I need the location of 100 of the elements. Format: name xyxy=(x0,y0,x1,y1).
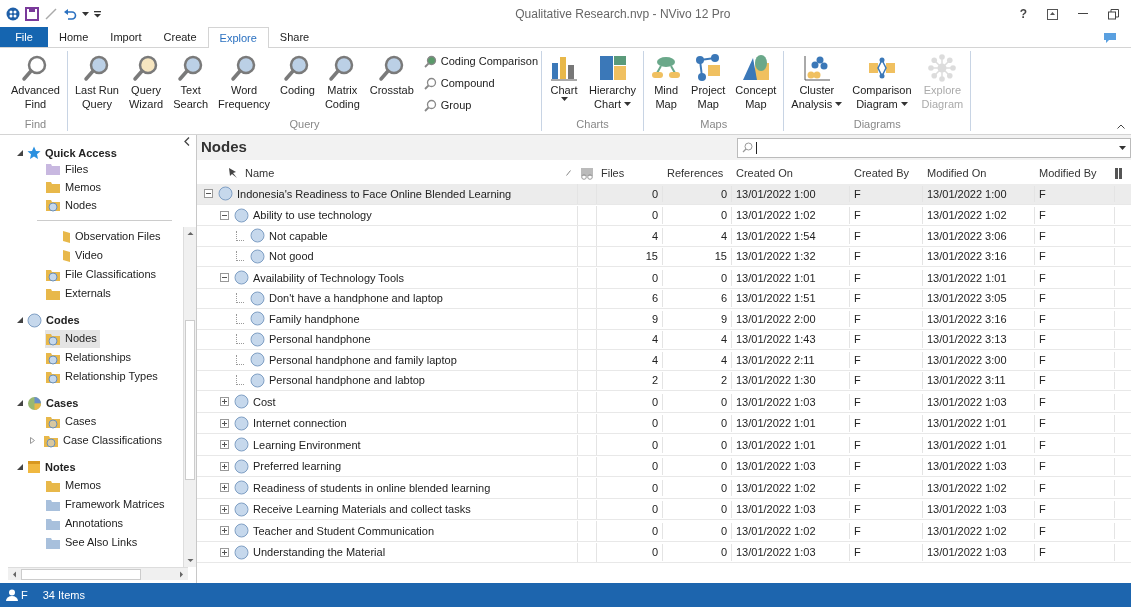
column-header[interactable]: Files xyxy=(597,164,663,182)
table-row[interactable]: Learning Environment 0 0 13/01/2022 1:01 F 13/01/2022 1:01 F xyxy=(197,435,1131,456)
ribbon-button[interactable]: Cluster Analysis xyxy=(787,51,847,111)
table-row[interactable]: Family handphone 9 9 13/01/2022 2:00 F 13/01/2022 3:16 F xyxy=(197,309,1131,330)
ribbon-button[interactable]: Comparison Diagram xyxy=(848,51,916,111)
help-button[interactable]: ? xyxy=(1019,5,1027,23)
ribbon-display-icon[interactable] xyxy=(1047,8,1058,20)
ribbon-button[interactable]: Query Wizard xyxy=(124,51,168,111)
ribbon-small-button[interactable]: Group xyxy=(423,95,538,115)
tree-line xyxy=(236,334,244,345)
sidebar-item[interactable]: See Also Links xyxy=(45,533,141,552)
expand-icon[interactable] xyxy=(219,547,229,557)
column-header[interactable]: Modified On xyxy=(923,164,1035,182)
sidebar-item[interactable]: Memos xyxy=(45,178,105,196)
table-row[interactable]: Preferred learning 0 0 13/01/2022 1:03 F 13/01/2022 1:03 F xyxy=(197,456,1131,477)
search-field[interactable] xyxy=(737,137,1131,158)
ribbon-button[interactable]: Word Frequency xyxy=(214,51,275,111)
customize-icon[interactable] xyxy=(94,10,101,18)
ribbon-button[interactable]: Matrix Coding xyxy=(320,51,364,111)
table-row[interactable]: Indonesia's Readiness to Face Online Blended Learning 0 0 13/01/2022 1:00 F 13/01/2022 1:00 F xyxy=(197,184,1131,205)
table-row[interactable]: Availability of Technology Tools 0 0 13/01/2022 1:01 F 13/01/2022 1:01 F xyxy=(197,268,1131,289)
sidebar-item[interactable]: Video xyxy=(62,246,106,265)
expand-icon[interactable] xyxy=(219,483,229,493)
sidebar-item[interactable]: Annotations xyxy=(45,514,127,533)
date-cell: 13/01/2022 1:01 xyxy=(732,269,850,286)
expand-icon[interactable] xyxy=(219,440,229,450)
horizontal-scrollbar[interactable] xyxy=(8,567,188,580)
expand-icon[interactable] xyxy=(219,418,229,428)
references-cell: 4 xyxy=(663,331,732,348)
table-row[interactable]: Personal handphone and labtop 2 2 13/01/2022 1:30 F 13/01/2022 3:11 F xyxy=(197,370,1131,391)
ribbon-button[interactable]: Project Map xyxy=(687,51,730,111)
ribbon-tab[interactable]: Share xyxy=(268,27,321,47)
table-row[interactable]: Don't have a handphone and laptop 6 6 13/01/2022 1:51 F 13/01/2022 3:05 F xyxy=(197,288,1131,309)
sidebar-item[interactable]: Externals xyxy=(45,284,114,303)
table-row[interactable]: Ability to use technology 0 0 13/01/2022 1:02 F 13/01/2022 1:02 F xyxy=(197,205,1131,226)
collapse-icon[interactable] xyxy=(219,273,229,283)
sidebar-item[interactable]: Framework Matrices xyxy=(45,495,168,514)
expand-icon[interactable] xyxy=(219,461,229,471)
column-header[interactable]: Created By xyxy=(850,164,923,182)
ribbon-small-button[interactable]: Coding Comparison xyxy=(423,51,538,71)
sidebar-item[interactable]: Cases xyxy=(45,412,100,431)
ribbon-small-button[interactable]: Compound xyxy=(423,73,538,93)
save-icon[interactable] xyxy=(25,7,39,21)
expand-icon[interactable] xyxy=(219,504,229,514)
column-header[interactable]: Modified By xyxy=(1035,164,1115,182)
collapse-ribbon-icon[interactable] xyxy=(1117,124,1125,129)
ribbon-button[interactable]: Advanced Find xyxy=(7,51,64,111)
table-row[interactable]: Cost 0 0 13/01/2022 1:03 F 13/01/2022 1:03 F xyxy=(197,392,1131,413)
undo-icon[interactable] xyxy=(63,7,77,21)
column-header[interactable]: References xyxy=(663,164,732,182)
sidebar-item[interactable]: Relationship Types xyxy=(45,367,161,386)
table-row[interactable]: Personal handphone 4 4 13/01/2022 1:43 F 13/01/2022 3:13 F xyxy=(197,329,1131,350)
comment-icon[interactable] xyxy=(1103,32,1117,44)
expand-icon[interactable] xyxy=(219,526,229,536)
ribbon-button[interactable]: Concept Map xyxy=(731,51,781,111)
ribbon-tab[interactable]: Import xyxy=(99,27,153,47)
table-row[interactable]: Teacher and Student Communication 0 0 13/01/2022 1:02 F 13/01/2022 1:02 F xyxy=(197,521,1131,542)
sidebar-item[interactable]: Relationships xyxy=(45,348,135,367)
table-row[interactable]: Not good 15 15 13/01/2022 1:32 F 13/01/2022 3:16 F xyxy=(197,246,1131,267)
ribbon-tab[interactable]: Create xyxy=(152,27,208,47)
ribbon-button[interactable]: Hierarchy Chart xyxy=(585,51,641,111)
table-row[interactable]: Readiness of students in online blended learning 0 0 13/01/2022 1:02 F 13/01/2022 1:02 F xyxy=(197,478,1131,499)
sidebar-item[interactable]: File Classifications xyxy=(45,265,160,284)
sidebar-item[interactable]: Nodes xyxy=(45,329,100,348)
restore-icon[interactable] xyxy=(1108,8,1119,20)
table-row[interactable]: Internet connection 0 0 13/01/2022 1:01 F 13/01/2022 1:01 F xyxy=(197,413,1131,434)
sidebar-item[interactable]: Nodes xyxy=(45,196,100,214)
minimize-icon[interactable] xyxy=(1078,13,1088,15)
collapse-icon[interactable] xyxy=(203,189,213,199)
file-tab[interactable]: File xyxy=(0,27,48,47)
collapsed-arrow-icon[interactable] xyxy=(30,437,35,444)
ribbon-button[interactable]: Mind Map xyxy=(647,51,686,111)
table-row[interactable]: Receive Learning Materials and collect tasks 0 0 13/01/2022 1:03 F 13/01/2022 1:03 F xyxy=(197,499,1131,520)
expanded-arrow-icon[interactable] xyxy=(17,317,23,323)
column-header[interactable]: Name xyxy=(245,164,566,182)
ribbon-button[interactable]: Last Run Query xyxy=(70,51,123,111)
collapse-icon[interactable] xyxy=(219,210,229,220)
sidebar-item[interactable]: Observation Files xyxy=(62,227,164,246)
column-header[interactable]: Created On xyxy=(732,164,850,182)
expand-icon[interactable] xyxy=(219,397,229,407)
sidebar-item[interactable]: Memos xyxy=(45,476,105,495)
ribbon-tab[interactable]: Home xyxy=(48,27,100,47)
ribbon-button[interactable]: Chart xyxy=(545,51,583,101)
collapse-pane-icon[interactable] xyxy=(184,137,190,146)
ribbon-button[interactable]: Coding xyxy=(276,51,319,97)
table-row[interactable]: Personal handphone and family laptop 4 4 13/01/2022 2:11 F 13/01/2022 3:00 F xyxy=(197,350,1131,371)
column-chooser-icon[interactable] xyxy=(1115,167,1123,179)
ribbon-tab[interactable]: Explore xyxy=(207,27,269,48)
sidebar-item[interactable]: Files xyxy=(45,160,92,178)
ribbon-button[interactable]: Text Search xyxy=(169,51,213,111)
table-row[interactable]: Not capable 4 4 13/01/2022 1:54 F 13/01/2022 3:06 F xyxy=(197,226,1131,247)
pane-title: Nodes xyxy=(200,137,248,158)
references-cell: 0 xyxy=(663,522,732,539)
expanded-arrow-icon[interactable] xyxy=(17,400,23,406)
sidebar-item[interactable]: Case Classifications xyxy=(43,431,166,450)
expanded-arrow-icon[interactable] xyxy=(17,150,23,156)
expanded-arrow-icon[interactable] xyxy=(17,464,23,470)
vertical-scrollbar[interactable] xyxy=(183,227,196,567)
ribbon-button[interactable]: Crosstab xyxy=(365,51,418,97)
table-row[interactable]: Understanding the Material 0 0 13/01/2022 1:03 F 13/01/2022 1:03 F xyxy=(197,542,1131,563)
